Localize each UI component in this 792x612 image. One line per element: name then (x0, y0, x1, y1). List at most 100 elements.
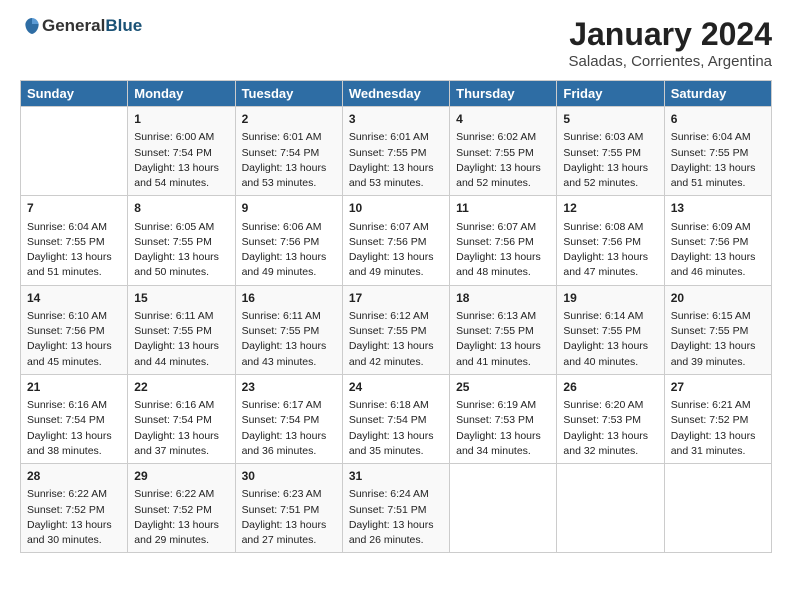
logo: GeneralBlue (20, 16, 142, 36)
day-number: 24 (349, 379, 443, 396)
calendar-table: Sunday Monday Tuesday Wednesday Thursday… (20, 80, 772, 553)
col-wednesday: Wednesday (342, 81, 449, 107)
sunrise-text: Sunrise: 6:01 AM (349, 130, 443, 145)
sunset-text: Sunset: 7:54 PM (242, 413, 336, 428)
cell-w5-d6 (557, 464, 664, 553)
daylight-text: Daylight: 13 hours and 47 minutes. (563, 250, 657, 280)
day-number: 31 (349, 468, 443, 485)
daylight-text: Daylight: 13 hours and 32 minutes. (563, 429, 657, 459)
daylight-text: Daylight: 13 hours and 30 minutes. (27, 518, 121, 548)
day-number: 14 (27, 290, 121, 307)
day-number: 11 (456, 200, 550, 217)
sunrise-text: Sunrise: 6:04 AM (671, 130, 765, 145)
cell-w4-d1: 21Sunrise: 6:16 AMSunset: 7:54 PMDayligh… (21, 374, 128, 463)
sunset-text: Sunset: 7:55 PM (349, 146, 443, 161)
logo-general: General (42, 16, 105, 35)
cell-w2-d4: 10 Sunrise: 6:07 AMSunset: 7:56 PMDayligh… (342, 196, 449, 285)
sunset-text: Sunset: 7:54 PM (349, 413, 443, 428)
sunrise-text: Sunrise: 6:22 AM (134, 487, 228, 502)
sunrise-text: Sunrise: 6:20 AM (563, 398, 657, 413)
day-number: 9 (242, 200, 336, 217)
daylight-text: Daylight: 13 hours and 37 minutes. (134, 429, 228, 459)
sunset-text: Sunset: 7:55 PM (563, 324, 657, 339)
daylight-text: Daylight: 13 hours and 41 minutes. (456, 339, 550, 369)
sunset-text: Sunset: 7:55 PM (134, 235, 228, 250)
page-container: GeneralBlue January 2024 Saladas, Corrie… (0, 0, 792, 563)
sunset-text: Sunset: 7:54 PM (242, 146, 336, 161)
cell-w4-d7: 27Sunrise: 6:21 AMSunset: 7:52 PMDayligh… (664, 374, 771, 463)
sunset-text: Sunset: 7:52 PM (671, 413, 765, 428)
day-number: 10 (349, 200, 443, 217)
cell-w5-d7 (664, 464, 771, 553)
day-number: 30 (242, 468, 336, 485)
cell-w1-d2: 1Sunrise: 6:00 AMSunset: 7:54 PMDaylight… (128, 107, 235, 196)
cell-w1-d3: 2Sunrise: 6:01 AMSunset: 7:54 PMDaylight… (235, 107, 342, 196)
daylight-text: Daylight: 13 hours and 34 minutes. (456, 429, 550, 459)
day-number: 5 (563, 111, 657, 128)
cell-w5-d3: 30Sunrise: 6:23 AMSunset: 7:51 PMDayligh… (235, 464, 342, 553)
day-number: 17 (349, 290, 443, 307)
daylight-text: Daylight: 13 hours and 49 minutes. (349, 250, 443, 280)
daylight-text: Daylight: 13 hours and 35 minutes. (349, 429, 443, 459)
logo-icon (22, 16, 42, 36)
sunset-text: Sunset: 7:55 PM (671, 146, 765, 161)
day-number: 29 (134, 468, 228, 485)
cell-w4-d6: 26Sunrise: 6:20 AMSunset: 7:53 PMDayligh… (557, 374, 664, 463)
week-row-1: 1Sunrise: 6:00 AMSunset: 7:54 PMDaylight… (21, 107, 772, 196)
daylight-text: Daylight: 13 hours and 36 minutes. (242, 429, 336, 459)
sunset-text: Sunset: 7:53 PM (563, 413, 657, 428)
cell-w2-d3: 9Sunrise: 6:06 AMSunset: 7:56 PMDaylight… (235, 196, 342, 285)
sunrise-text: Sunrise: 6:11 AM (242, 309, 336, 324)
col-saturday: Saturday (664, 81, 771, 107)
day-number: 28 (27, 468, 121, 485)
cell-w4-d5: 25Sunrise: 6:19 AMSunset: 7:53 PMDayligh… (450, 374, 557, 463)
sunrise-text: Sunrise: 6:00 AM (134, 130, 228, 145)
daylight-text: Daylight: 13 hours and 53 minutes. (349, 161, 443, 191)
sunrise-text: Sunrise: 6:24 AM (349, 487, 443, 502)
sunrise-text: Sunrise: 6:19 AM (456, 398, 550, 413)
col-friday: Friday (557, 81, 664, 107)
daylight-text: Daylight: 13 hours and 51 minutes. (671, 161, 765, 191)
day-number: 4 (456, 111, 550, 128)
week-row-2: 7Sunrise: 6:04 AMSunset: 7:55 PMDaylight… (21, 196, 772, 285)
daylight-text: Daylight: 13 hours and 44 minutes. (134, 339, 228, 369)
day-number: 13 (671, 200, 765, 217)
daylight-text: Daylight: 13 hours and 53 minutes. (242, 161, 336, 191)
cell-w2-d7: 13Sunrise: 6:09 AMSunset: 7:56 PMDayligh… (664, 196, 771, 285)
sunrise-text: Sunrise: 6:16 AM (134, 398, 228, 413)
cell-w5-d5 (450, 464, 557, 553)
sunrise-text: Sunrise: 6:06 AM (242, 220, 336, 235)
sunrise-text: Sunrise: 6:04 AM (27, 220, 121, 235)
day-number: 19 (563, 290, 657, 307)
daylight-text: Daylight: 13 hours and 52 minutes. (456, 161, 550, 191)
day-number: 25 (456, 379, 550, 396)
sunset-text: Sunset: 7:56 PM (242, 235, 336, 250)
day-number: 23 (242, 379, 336, 396)
sunrise-text: Sunrise: 6:03 AM (563, 130, 657, 145)
cell-w2-d1: 7Sunrise: 6:04 AMSunset: 7:55 PMDaylight… (21, 196, 128, 285)
sunrise-text: Sunrise: 6:10 AM (27, 309, 121, 324)
sunset-text: Sunset: 7:56 PM (349, 235, 443, 250)
sunrise-text: Sunrise: 6:08 AM (563, 220, 657, 235)
col-thursday: Thursday (450, 81, 557, 107)
sunrise-text: Sunrise: 6:02 AM (456, 130, 550, 145)
sunset-text: Sunset: 7:51 PM (349, 503, 443, 518)
daylight-text: Daylight: 13 hours and 26 minutes. (349, 518, 443, 548)
sunset-text: Sunset: 7:55 PM (27, 235, 121, 250)
cell-w5-d4: 31 Sunrise: 6:24 AMSunset: 7:51 PMDayligh… (342, 464, 449, 553)
cell-w5-d1: 28Sunrise: 6:22 AMSunset: 7:52 PMDayligh… (21, 464, 128, 553)
sunrise-text: Sunrise: 6:21 AM (671, 398, 765, 413)
col-monday: Monday (128, 81, 235, 107)
daylight-text: Daylight: 13 hours and 38 minutes. (27, 429, 121, 459)
sunrise-text: Sunrise: 6:07 AM (456, 220, 550, 235)
day-number: 6 (671, 111, 765, 128)
day-number: 12 (563, 200, 657, 217)
cell-w1-d5: 4Sunrise: 6:02 AMSunset: 7:55 PMDaylight… (450, 107, 557, 196)
daylight-text: Daylight: 13 hours and 48 minutes. (456, 250, 550, 280)
daylight-text: Daylight: 13 hours and 40 minutes. (563, 339, 657, 369)
day-number: 8 (134, 200, 228, 217)
sunrise-text: Sunrise: 6:05 AM (134, 220, 228, 235)
sunrise-text: Sunrise: 6:07 AM (349, 220, 443, 235)
day-number: 21 (27, 379, 121, 396)
sunset-text: Sunset: 7:51 PM (242, 503, 336, 518)
